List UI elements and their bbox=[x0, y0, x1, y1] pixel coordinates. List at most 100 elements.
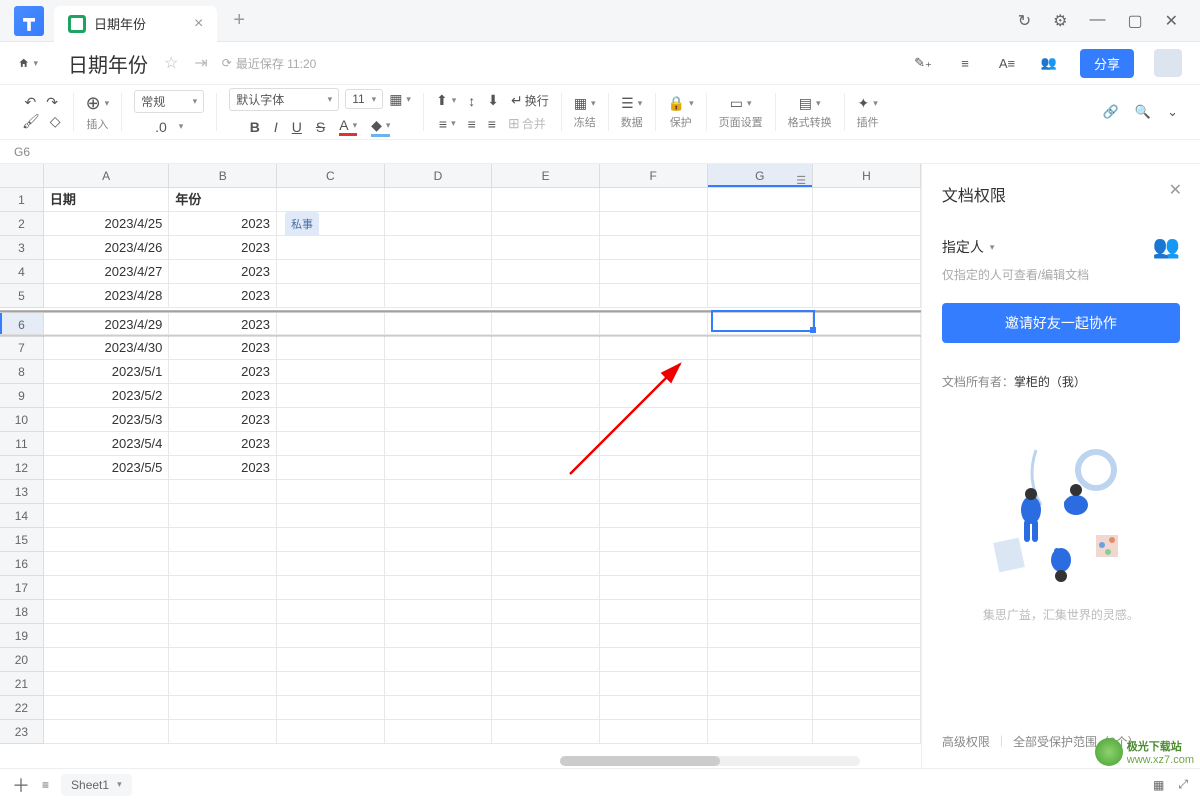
cell[interactable] bbox=[385, 552, 493, 576]
table-row[interactable]: 18 bbox=[0, 600, 921, 624]
cell[interactable] bbox=[708, 552, 814, 576]
list-icon[interactable]: ≡ bbox=[954, 52, 976, 74]
select-all-corner[interactable] bbox=[0, 164, 44, 188]
cell[interactable] bbox=[813, 648, 921, 672]
plugin-icon[interactable]: ✦▾ bbox=[858, 95, 878, 112]
cell[interactable] bbox=[492, 188, 600, 212]
cell[interactable]: 2023/5/2 bbox=[44, 384, 170, 408]
cell[interactable] bbox=[44, 528, 170, 552]
table-row[interactable]: 82023/5/12023 bbox=[0, 360, 921, 384]
panel-close-icon[interactable]: ✕ bbox=[1169, 180, 1182, 200]
strike-button[interactable]: S bbox=[316, 119, 325, 135]
italic-button[interactable]: I bbox=[274, 119, 278, 135]
cell[interactable] bbox=[492, 576, 600, 600]
cell[interactable]: 2023 bbox=[169, 456, 277, 480]
row-header[interactable]: 17 bbox=[0, 576, 44, 600]
cell[interactable] bbox=[277, 552, 385, 576]
cell[interactable] bbox=[708, 212, 814, 236]
underline-button[interactable]: U bbox=[292, 119, 302, 135]
invite-button[interactable]: 邀请好友一起协作 bbox=[942, 303, 1180, 343]
move-folder-icon[interactable]: ⇥ bbox=[194, 53, 207, 73]
cell[interactable] bbox=[277, 504, 385, 528]
valign-top-icon[interactable]: ⬆▾ bbox=[436, 92, 456, 109]
row-header[interactable]: 9 bbox=[0, 384, 44, 408]
cell[interactable] bbox=[600, 576, 708, 600]
home-icon[interactable]: ▾ bbox=[18, 53, 38, 73]
cell[interactable] bbox=[277, 284, 385, 308]
table-row[interactable]: 102023/5/32023 bbox=[0, 408, 921, 432]
row-header[interactable]: 15 bbox=[0, 528, 44, 552]
protect-icon[interactable]: 🔒▾ bbox=[668, 95, 694, 112]
cell[interactable]: 2023 bbox=[169, 408, 277, 432]
cell[interactable] bbox=[600, 528, 708, 552]
cell[interactable] bbox=[385, 504, 493, 528]
cell[interactable] bbox=[600, 188, 708, 212]
font-family-select[interactable]: 默认字体▾ bbox=[229, 88, 339, 111]
cell[interactable] bbox=[277, 576, 385, 600]
cell[interactable] bbox=[813, 408, 921, 432]
cell[interactable] bbox=[813, 624, 921, 648]
maximize-icon[interactable]: ▢ bbox=[1127, 11, 1142, 31]
cell[interactable] bbox=[492, 552, 600, 576]
cell[interactable]: 2023/4/25 bbox=[44, 212, 170, 236]
cell[interactable] bbox=[385, 720, 493, 744]
add-sheet-button[interactable]: ＋ bbox=[12, 772, 30, 798]
cell[interactable]: 2023 bbox=[169, 212, 277, 236]
table-row[interactable]: 22 bbox=[0, 696, 921, 720]
cell[interactable] bbox=[813, 384, 921, 408]
cell[interactable] bbox=[492, 528, 600, 552]
cell[interactable] bbox=[492, 384, 600, 408]
cell[interactable] bbox=[385, 600, 493, 624]
filter-icon[interactable]: ☰ bbox=[796, 169, 806, 193]
cell[interactable] bbox=[600, 600, 708, 624]
cell[interactable]: 2023/5/4 bbox=[44, 432, 170, 456]
cell[interactable]: 2023/4/30 bbox=[44, 336, 170, 360]
align-right-icon[interactable]: ≡ bbox=[488, 116, 496, 132]
col-header-B[interactable]: B bbox=[169, 164, 277, 188]
table-row[interactable]: 1日期年份 bbox=[0, 188, 921, 212]
cell[interactable]: 2023 bbox=[169, 336, 277, 360]
cell[interactable] bbox=[813, 360, 921, 384]
row-header[interactable]: 3 bbox=[0, 236, 44, 260]
cell[interactable] bbox=[385, 236, 493, 260]
link-icon[interactable]: 🔗 bbox=[1103, 104, 1119, 120]
cell[interactable] bbox=[600, 432, 708, 456]
cell[interactable] bbox=[708, 480, 814, 504]
cell[interactable] bbox=[277, 313, 385, 335]
protected-ranges-link[interactable]: 全部受保护范围（0个） bbox=[1013, 733, 1140, 750]
cell[interactable] bbox=[169, 696, 277, 720]
cell[interactable] bbox=[600, 384, 708, 408]
cell[interactable] bbox=[277, 624, 385, 648]
cell[interactable] bbox=[385, 212, 493, 236]
font-color-button[interactable]: A▾ bbox=[339, 117, 357, 136]
table-row[interactable]: 17 bbox=[0, 576, 921, 600]
row-header[interactable]: 22 bbox=[0, 696, 44, 720]
document-title[interactable]: 日期年份 bbox=[68, 49, 148, 78]
sync-icon[interactable]: ↻ bbox=[1018, 11, 1031, 31]
close-icon[interactable]: × bbox=[194, 15, 203, 33]
window-close-icon[interactable]: ✕ bbox=[1165, 11, 1178, 31]
cell[interactable] bbox=[708, 576, 814, 600]
cell[interactable] bbox=[385, 696, 493, 720]
cell[interactable] bbox=[277, 408, 385, 432]
table-row[interactable]: 32023/4/262023 bbox=[0, 236, 921, 260]
cell[interactable] bbox=[169, 576, 277, 600]
row-header[interactable]: 4 bbox=[0, 260, 44, 284]
cell[interactable] bbox=[600, 456, 708, 480]
cell[interactable] bbox=[169, 672, 277, 696]
cell[interactable]: 私事 bbox=[277, 212, 385, 236]
cell[interactable] bbox=[277, 720, 385, 744]
cell[interactable] bbox=[492, 432, 600, 456]
table-row[interactable]: 14 bbox=[0, 504, 921, 528]
cell[interactable] bbox=[708, 360, 814, 384]
cell[interactable] bbox=[277, 456, 385, 480]
cell[interactable] bbox=[169, 624, 277, 648]
cell[interactable] bbox=[708, 696, 814, 720]
add-tab-button[interactable]: + bbox=[233, 9, 245, 32]
minimize-icon[interactable]: — bbox=[1089, 11, 1105, 31]
cell[interactable] bbox=[708, 672, 814, 696]
cell[interactable]: 2023/4/28 bbox=[44, 284, 170, 308]
cell[interactable] bbox=[813, 313, 921, 335]
cell[interactable] bbox=[385, 284, 493, 308]
undo-icon[interactable]: ↶ bbox=[25, 94, 37, 111]
